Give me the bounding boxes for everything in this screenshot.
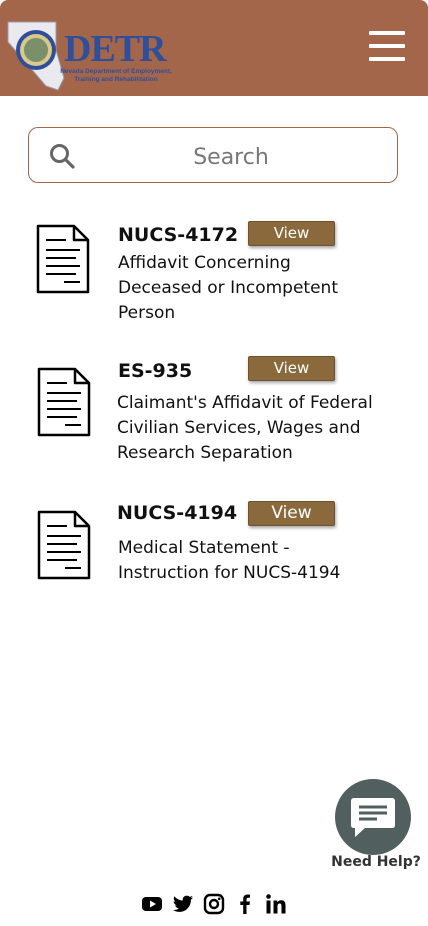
document-code: NUCS-4194 [117,502,238,524]
search-box [28,127,398,183]
view-button[interactable]: View [248,501,335,526]
need-help-label: Need Help? [331,854,421,870]
chat-bubble-icon [351,798,395,837]
view-button[interactable]: View [248,356,335,381]
twitter-icon[interactable] [172,893,194,915]
youtube-icon[interactable] [141,893,163,915]
logo-title: DETR [64,28,167,70]
hamburger-menu-icon[interactable] [369,31,405,61]
description-line: Affidavit Concerning [118,253,291,273]
description-line: Claimant's Affidavit of Federal [117,393,373,413]
menu-bar [369,31,405,35]
menu-bar [369,44,405,48]
description-line: Civilian Services, Wages and [117,418,361,438]
document-description: Affidavit Concerning Deceased or Incompe… [118,251,388,326]
linkedin-icon[interactable] [265,893,287,915]
document-icon [37,510,91,580]
social-links [141,893,291,915]
search-input[interactable] [89,138,373,176]
detr-logo[interactable]: DETR Nevada Department of Employment, Tr… [6,20,172,92]
description-line: Person [118,303,176,323]
logo-subtitle-line: Nevada Department of Employment, [60,68,172,75]
document-code: NUCS-4172 [118,224,239,246]
description-line: Medical Statement - [118,538,290,558]
view-button[interactable]: View [248,221,335,246]
document-icon [37,367,91,437]
logo-subtitle: Nevada Department of Employment, Trainin… [56,68,176,84]
app-header: DETR Nevada Department of Employment, Tr… [0,0,428,96]
logo-subtitle-line: Training and Rehabilitation [74,76,158,83]
instagram-icon[interactable] [203,893,225,915]
help-circle[interactable] [335,779,411,855]
document-description: Medical Statement - Instruction for NUCS… [118,536,388,586]
search-icon[interactable] [49,143,75,169]
document-code: ES-935 [118,360,193,382]
menu-bar [369,57,405,61]
document-description: Claimant's Affidavit of Federal Civilian… [117,391,407,466]
document-icon [36,224,90,294]
description-line: Instruction for NUCS-4194 [118,563,341,583]
description-line: Deceased or Incompetent [118,278,338,298]
facebook-icon[interactable] [234,893,256,915]
description-line: Research Separation [117,443,293,463]
need-help-button[interactable]: Need Help? [330,778,422,878]
